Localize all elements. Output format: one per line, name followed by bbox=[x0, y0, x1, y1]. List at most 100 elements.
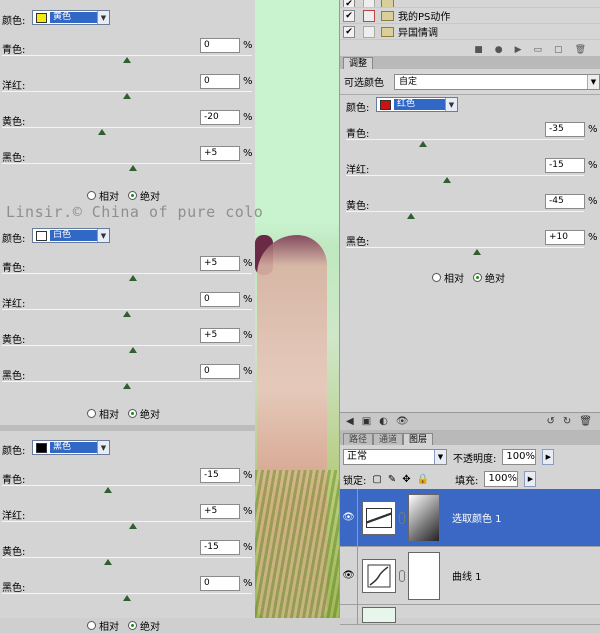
tab-paths[interactable]: 路径 bbox=[343, 433, 374, 445]
chevron-down-icon[interactable]: ▼ bbox=[97, 441, 109, 454]
slider-track[interactable] bbox=[2, 127, 252, 128]
slider-value-field[interactable]: -45 bbox=[545, 194, 585, 209]
absolute-radio[interactable] bbox=[128, 191, 137, 200]
layer-mask-thumbnail[interactable] bbox=[408, 493, 440, 542]
slider-value-field[interactable]: 0 bbox=[200, 74, 240, 89]
slider-thumb[interactable] bbox=[123, 57, 131, 63]
chevron-down-icon[interactable]: ▼ bbox=[434, 450, 446, 464]
link-icon[interactable] bbox=[399, 511, 405, 524]
relative-radio[interactable] bbox=[87, 409, 96, 418]
layer-selective-color[interactable]: 👁 选取颜色 1 bbox=[340, 488, 600, 547]
color-select[interactable]: 白色 ▼ bbox=[32, 228, 110, 243]
slider-track[interactable] bbox=[2, 381, 252, 382]
chevron-down-icon[interactable]: ▼ bbox=[97, 11, 109, 24]
slider-value-field[interactable]: +10 bbox=[545, 230, 585, 245]
new-set-icon[interactable]: ▭ bbox=[534, 45, 543, 55]
relative-radio[interactable] bbox=[87, 621, 96, 630]
slider-thumb[interactable] bbox=[443, 177, 451, 183]
clip-layer-icon[interactable]: ◐ bbox=[379, 416, 388, 427]
fill-arrow-icon[interactable]: ▶ bbox=[524, 471, 537, 487]
stop-icon[interactable]: ■ bbox=[474, 45, 483, 55]
chevron-down-icon[interactable]: ▼ bbox=[97, 229, 109, 242]
slider-track[interactable] bbox=[346, 247, 584, 248]
slider-value-field[interactable]: +5 bbox=[200, 328, 240, 343]
slider-thumb[interactable] bbox=[473, 249, 481, 255]
delete-icon[interactable]: 🗑 bbox=[575, 45, 586, 55]
slider-thumb[interactable] bbox=[98, 129, 106, 135]
tab-adjustments[interactable]: 调整 bbox=[343, 57, 374, 69]
slider-track[interactable] bbox=[2, 485, 252, 486]
slider-thumb[interactable] bbox=[129, 275, 137, 281]
lock-position-icon[interactable]: ✥ bbox=[402, 474, 410, 485]
blend-mode-select[interactable]: 正常 ▼ bbox=[343, 449, 447, 465]
chevron-down-icon[interactable]: ▼ bbox=[445, 98, 457, 111]
slider-track[interactable] bbox=[2, 273, 252, 274]
absolute-radio[interactable] bbox=[128, 621, 137, 630]
action-item-partial[interactable]: ✔ bbox=[340, 0, 600, 8]
slider-value-field[interactable]: -20 bbox=[200, 110, 240, 125]
slider-thumb[interactable] bbox=[129, 523, 137, 529]
slider-track[interactable] bbox=[2, 163, 252, 164]
back-arrow-icon[interactable]: ◀ bbox=[346, 416, 354, 427]
action-checkbox[interactable]: ✔ bbox=[343, 0, 355, 7]
slider-value-field[interactable]: 0 bbox=[200, 364, 240, 379]
slider-thumb[interactable] bbox=[123, 311, 131, 317]
action-checkbox[interactable]: ✔ bbox=[343, 9, 355, 22]
action-toggle-icon[interactable] bbox=[363, 0, 375, 7]
expand-view-icon[interactable]: ▣ bbox=[362, 416, 371, 427]
eye-icon[interactable]: 👁 bbox=[340, 488, 358, 547]
visibility-icon[interactable]: 👁 bbox=[396, 416, 409, 427]
fill-field[interactable]: 100% bbox=[484, 471, 519, 487]
slider-track[interactable] bbox=[2, 557, 252, 558]
slider-track[interactable] bbox=[2, 345, 252, 346]
slider-track[interactable] bbox=[2, 521, 252, 522]
slider-thumb[interactable] bbox=[419, 141, 427, 147]
new-action-icon[interactable]: ▢ bbox=[554, 45, 563, 55]
reset-icon[interactable]: ↻ bbox=[563, 416, 571, 427]
relative-radio[interactable] bbox=[87, 191, 96, 200]
color-select[interactable]: 黄色 ▼ bbox=[32, 10, 110, 25]
layer-curves[interactable]: 👁 曲线 1 bbox=[340, 546, 600, 605]
action-checkbox[interactable]: ✔ bbox=[343, 25, 355, 38]
slider-thumb[interactable] bbox=[129, 347, 137, 353]
lock-all-icon[interactable]: 🔒 bbox=[417, 474, 429, 485]
slider-value-field[interactable]: +5 bbox=[200, 256, 240, 271]
eye-icon[interactable] bbox=[340, 604, 358, 625]
slider-value-field[interactable]: -15 bbox=[200, 540, 240, 555]
slider-value-field[interactable]: -35 bbox=[545, 122, 585, 137]
slider-value-field[interactable]: +5 bbox=[200, 146, 240, 161]
slider-thumb[interactable] bbox=[104, 559, 112, 565]
play-icon[interactable]: ▶ bbox=[515, 45, 522, 55]
slider-track[interactable] bbox=[2, 593, 252, 594]
color-select[interactable]: 黑色 ▼ bbox=[32, 440, 110, 455]
slider-track[interactable] bbox=[346, 175, 584, 176]
slider-thumb[interactable] bbox=[123, 93, 131, 99]
slider-value-field[interactable]: -15 bbox=[200, 468, 240, 483]
layer-mask-thumbnail[interactable] bbox=[408, 551, 440, 600]
record-icon[interactable]: ● bbox=[495, 45, 503, 55]
slider-value-field[interactable]: 0 bbox=[200, 292, 240, 307]
slider-value-field[interactable]: 0 bbox=[200, 38, 240, 53]
tab-channels[interactable]: 通道 bbox=[373, 433, 404, 445]
lock-transparency-icon[interactable]: ▢ bbox=[372, 474, 381, 485]
action-item-exotic[interactable]: ✔ 异国情调 bbox=[340, 24, 600, 40]
slider-thumb[interactable] bbox=[123, 383, 131, 389]
delete-icon[interactable]: 🗑 bbox=[579, 416, 592, 427]
slider-track[interactable] bbox=[2, 309, 252, 310]
chevron-down-icon[interactable]: ▼ bbox=[587, 74, 599, 89]
lock-pixels-icon[interactable]: ✎ bbox=[388, 474, 396, 485]
relative-radio[interactable] bbox=[432, 273, 441, 282]
preset-select[interactable]: 自定 ▼ bbox=[394, 73, 600, 90]
absolute-radio[interactable] bbox=[473, 273, 482, 282]
eye-icon[interactable]: 👁 bbox=[340, 546, 358, 605]
slider-value-field[interactable]: +5 bbox=[200, 504, 240, 519]
slider-track[interactable] bbox=[2, 91, 252, 92]
previous-state-icon[interactable]: ↺ bbox=[547, 416, 555, 427]
slider-thumb[interactable] bbox=[123, 595, 131, 601]
slider-track[interactable] bbox=[2, 55, 252, 56]
slider-thumb[interactable] bbox=[129, 165, 137, 171]
action-toggle-icon[interactable] bbox=[363, 25, 375, 38]
slider-track[interactable] bbox=[346, 211, 584, 212]
layer-partial[interactable] bbox=[340, 604, 600, 625]
slider-thumb[interactable] bbox=[104, 487, 112, 493]
